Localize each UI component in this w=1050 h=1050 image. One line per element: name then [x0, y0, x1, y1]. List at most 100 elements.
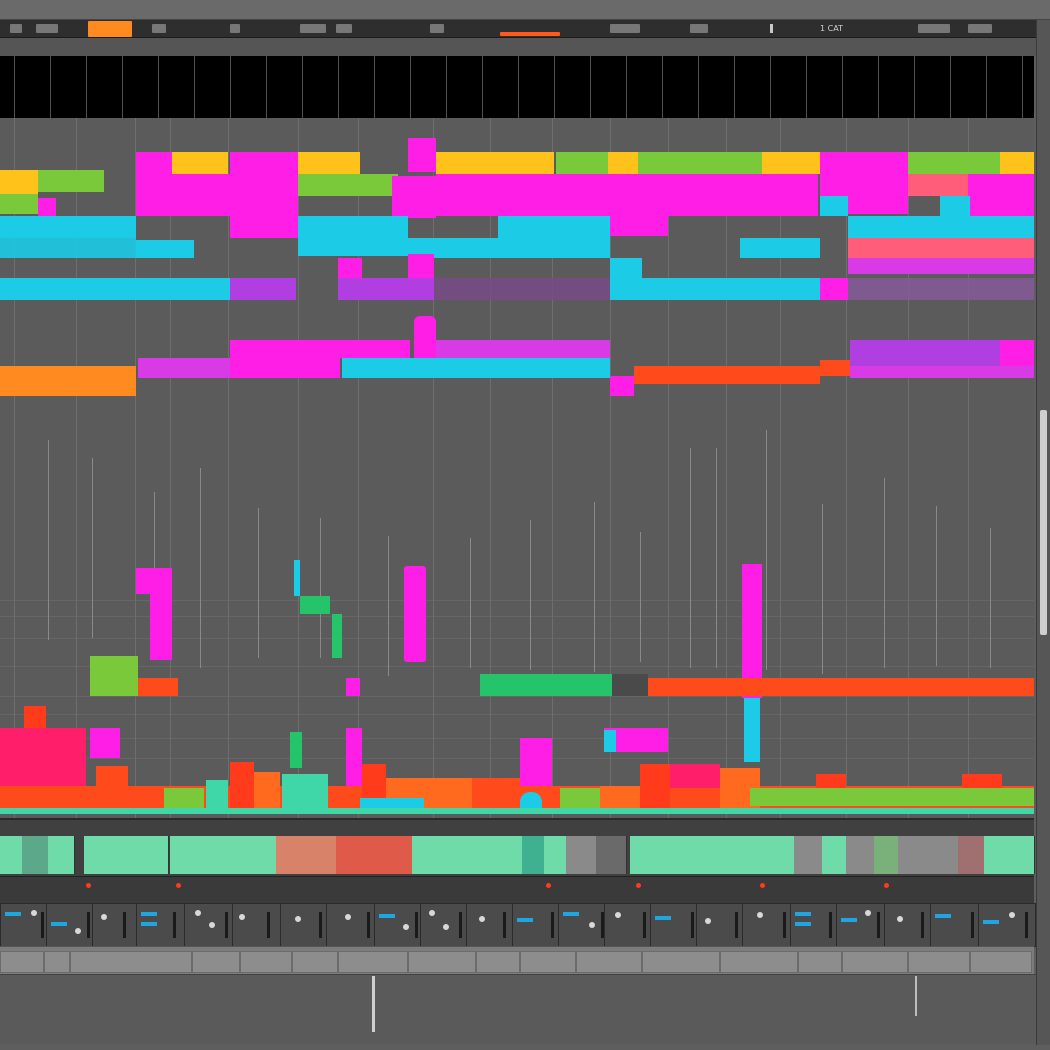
volume-fader[interactable] — [225, 912, 228, 938]
volume-fader[interactable] — [459, 912, 462, 938]
pan-knob[interactable] — [195, 910, 201, 916]
step-pad[interactable] — [650, 836, 673, 874]
track-tab[interactable] — [908, 951, 970, 973]
volume-fader[interactable] — [319, 912, 322, 938]
clip[interactable] — [610, 376, 634, 396]
send-knob[interactable] — [443, 924, 449, 930]
clip[interactable] — [0, 278, 230, 300]
step-pad[interactable] — [192, 836, 217, 874]
pan-knob[interactable] — [295, 916, 301, 922]
channel-strip[interactable] — [374, 903, 426, 947]
clip[interactable] — [908, 174, 968, 196]
step-pad[interactable] — [240, 836, 277, 874]
clip[interactable] — [96, 766, 128, 812]
step-pad[interactable] — [336, 836, 413, 874]
volume-fader[interactable] — [1025, 912, 1028, 938]
clip[interactable] — [638, 152, 668, 174]
clip[interactable] — [340, 340, 410, 358]
clip[interactable] — [750, 788, 1034, 806]
volume-fader[interactable] — [551, 912, 554, 938]
transport-button[interactable] — [300, 24, 326, 33]
step-pad[interactable] — [522, 836, 545, 874]
volume-fader[interactable] — [173, 912, 176, 938]
clip[interactable] — [290, 732, 302, 768]
record-icon[interactable] — [36, 24, 58, 33]
record-arm-icon[interactable] — [546, 883, 551, 888]
clip[interactable] — [346, 678, 360, 696]
step-pad[interactable] — [742, 836, 767, 874]
clip[interactable] — [298, 216, 408, 256]
clip[interactable] — [436, 340, 610, 358]
clip[interactable] — [820, 196, 848, 216]
clip[interactable] — [436, 174, 556, 216]
channel-strip[interactable] — [280, 903, 332, 947]
step-pad[interactable] — [822, 836, 847, 874]
clip[interactable] — [138, 358, 230, 378]
clip[interactable] — [480, 674, 612, 696]
clip[interactable] — [498, 216, 610, 258]
step-pad[interactable] — [958, 836, 985, 874]
clip[interactable] — [436, 152, 554, 174]
step-pad[interactable] — [846, 836, 875, 874]
scrollbar-thumb[interactable] — [1040, 410, 1047, 635]
clip[interactable] — [962, 774, 1002, 788]
step-pad[interactable] — [696, 836, 719, 874]
track-tab[interactable] — [476, 951, 520, 973]
clip[interactable] — [282, 774, 328, 812]
track-tab[interactable] — [292, 951, 338, 973]
clip[interactable] — [604, 730, 616, 752]
clip[interactable] — [150, 594, 172, 660]
volume-fader[interactable] — [503, 912, 506, 938]
clip[interactable] — [744, 698, 760, 762]
clip[interactable] — [820, 278, 848, 300]
track-tab[interactable] — [44, 951, 70, 973]
step-pad[interactable] — [412, 836, 501, 874]
record-arm-icon[interactable] — [86, 883, 91, 888]
clip[interactable] — [850, 366, 1034, 378]
send-knob[interactable] — [209, 922, 215, 928]
volume-fader[interactable] — [877, 912, 880, 938]
channel-strip[interactable] — [836, 903, 888, 947]
panel-resize-handle[interactable] — [372, 976, 375, 1032]
clip[interactable] — [520, 738, 552, 790]
channel-strip[interactable] — [466, 903, 518, 947]
channel-strip[interactable] — [558, 903, 610, 947]
clip[interactable] — [0, 194, 38, 214]
volume-fader[interactable] — [643, 912, 646, 938]
overview-strip[interactable] — [0, 56, 1034, 118]
transport-button[interactable] — [610, 24, 640, 33]
pan-knob[interactable] — [101, 914, 107, 920]
track-tab[interactable] — [642, 951, 720, 973]
step-pad[interactable] — [718, 836, 743, 874]
clip[interactable] — [670, 764, 720, 788]
step-pad[interactable] — [48, 836, 75, 874]
pan-knob[interactable] — [589, 922, 595, 928]
clip[interactable] — [610, 258, 642, 278]
clip[interactable] — [762, 152, 820, 174]
clip[interactable] — [38, 198, 56, 218]
volume-fader[interactable] — [829, 912, 832, 938]
clip[interactable] — [1000, 340, 1034, 366]
pan-knob[interactable] — [429, 910, 435, 916]
metronome-icon[interactable] — [152, 24, 166, 33]
clip[interactable] — [298, 152, 360, 174]
vertical-scrollbar[interactable] — [1036, 20, 1050, 1045]
clip[interactable] — [230, 762, 254, 812]
step-pad[interactable] — [566, 836, 597, 874]
pan-knob[interactable] — [403, 924, 409, 930]
step-pad[interactable] — [874, 836, 899, 874]
channel-strip[interactable] — [604, 903, 656, 947]
clip[interactable] — [0, 170, 38, 194]
pan-knob[interactable] — [1009, 912, 1015, 918]
channel-strip[interactable] — [930, 903, 982, 947]
channel-strip[interactable] — [420, 903, 472, 947]
clip[interactable] — [230, 152, 298, 238]
transport-button[interactable] — [230, 24, 240, 33]
track-tab[interactable] — [192, 951, 240, 973]
step-pad[interactable] — [630, 836, 651, 874]
clip[interactable] — [968, 174, 1034, 216]
step-pad[interactable] — [984, 836, 1035, 874]
volume-fader[interactable] — [691, 912, 694, 938]
step-pad[interactable] — [22, 836, 49, 874]
step-pad[interactable] — [96, 836, 123, 874]
